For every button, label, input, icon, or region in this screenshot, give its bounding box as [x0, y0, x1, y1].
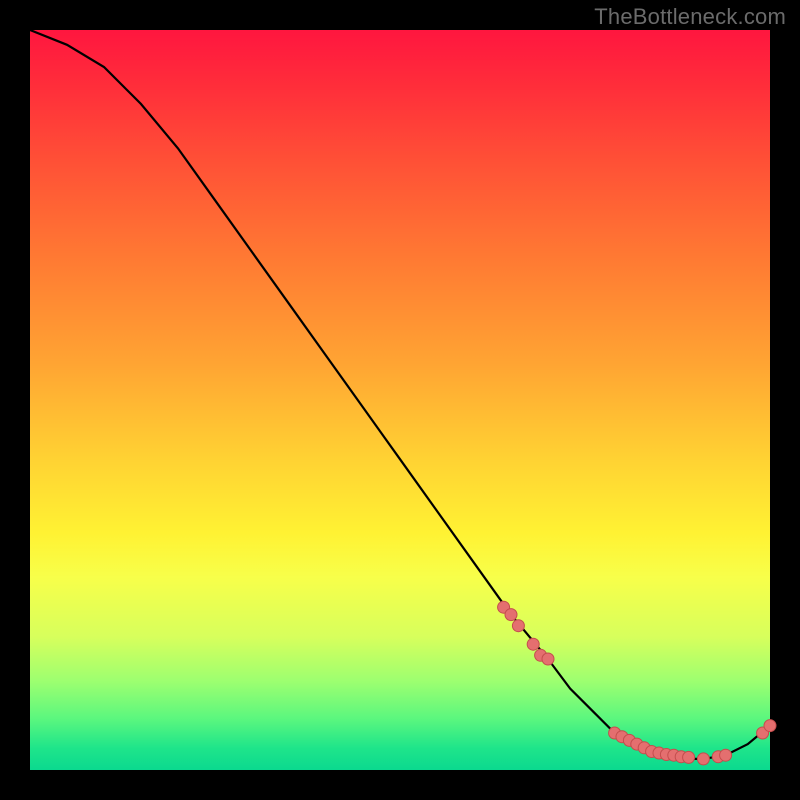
- curve-marker: [683, 751, 695, 763]
- curve-markers: [498, 601, 776, 765]
- bottleneck-curve-line: [30, 30, 770, 759]
- watermark-text: TheBottleneck.com: [594, 4, 786, 30]
- chart-svg: [30, 30, 770, 770]
- plot-area: [30, 30, 770, 770]
- curve-marker: [512, 620, 524, 632]
- curve-marker: [697, 753, 709, 765]
- curve-marker: [505, 609, 517, 621]
- chart-root: TheBottleneck.com: [0, 0, 800, 800]
- curve-marker: [527, 638, 539, 650]
- curve-marker: [764, 720, 776, 732]
- curve-marker: [542, 653, 554, 665]
- curve-marker: [720, 749, 732, 761]
